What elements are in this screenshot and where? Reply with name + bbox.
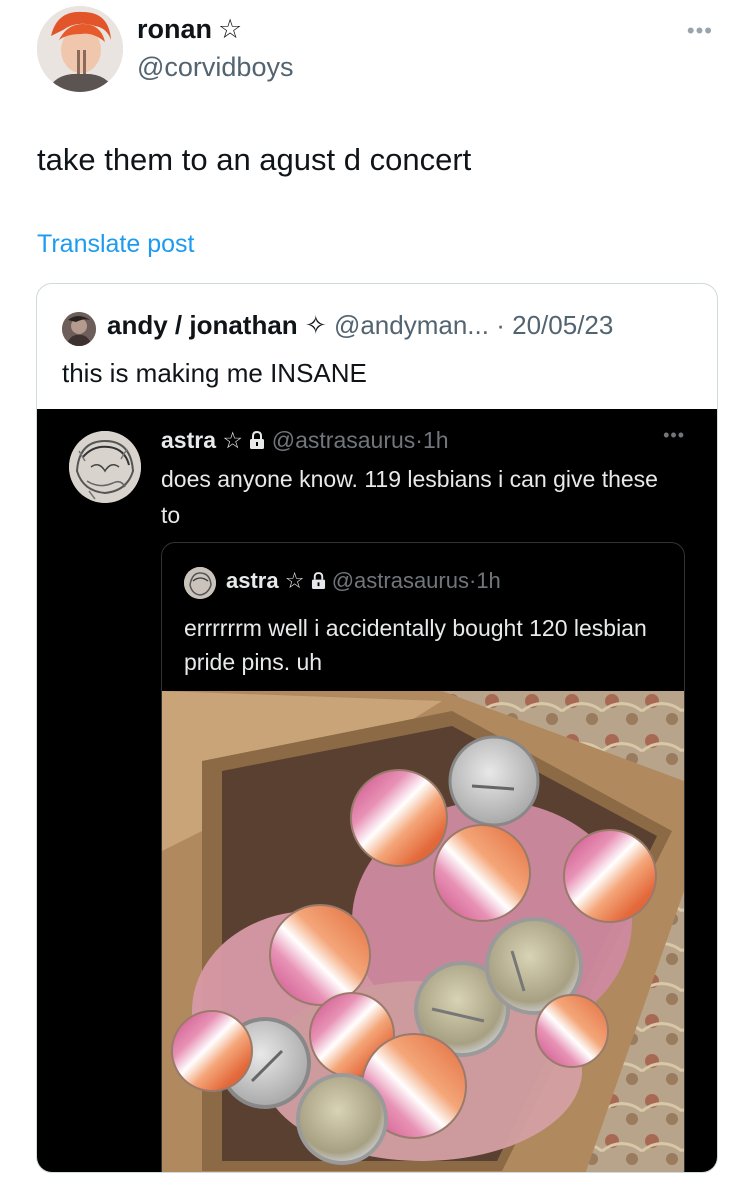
- author-name[interactable]: ronan ☆: [137, 14, 242, 45]
- star-badge-icon: ☆: [222, 427, 243, 453]
- author-handle[interactable]: @corvidboys: [137, 52, 293, 83]
- sparkle-badge-icon: ✧: [304, 310, 327, 340]
- inner-post-text: errrrrrm well i accidentally bought 120 …: [184, 615, 647, 675]
- star-badge-icon: ☆: [284, 568, 305, 593]
- inner-author-handle: @astrasaurus: [331, 568, 469, 593]
- screenshot-author-name: astra: [161, 427, 216, 453]
- box-of-pride-pins-photo: [162, 691, 684, 1172]
- inner-author-avatar: [184, 567, 216, 599]
- quoted-author-avatar: [62, 312, 96, 346]
- more-options-icon[interactable]: •••: [687, 18, 713, 44]
- post-text: take them to an agust d concert: [37, 142, 472, 177]
- separator-dot: ·: [496, 310, 505, 340]
- screenshot-image[interactable]: astra ☆ @astrasaurus·1h ••• does anyone …: [37, 409, 717, 1172]
- author-avatar[interactable]: [37, 6, 123, 92]
- inner-post-header: astra ☆ @astrasaurus·1h: [226, 568, 501, 596]
- more-options-icon: •••: [663, 425, 685, 445]
- quoted-author-handle[interactable]: @andyman...: [334, 310, 489, 340]
- quoted-post-text: this is making me INSANE: [62, 358, 367, 388]
- quoted-author-name[interactable]: andy / jonathan: [107, 310, 298, 340]
- inner-post-time: 1h: [476, 568, 501, 593]
- translate-post-link[interactable]: Translate post: [37, 230, 194, 259]
- screenshot-post-time: 1h: [422, 427, 449, 453]
- screenshot-author-handle: @astrasaurus: [271, 427, 416, 453]
- quoted-post-date: 20/05/23: [512, 310, 614, 340]
- screenshot-author-avatar: [69, 431, 141, 503]
- inner-quoted-post-card: astra ☆ @astrasaurus·1h errrrrrm well i …: [161, 542, 685, 1172]
- lock-icon: [249, 429, 265, 456]
- inner-author-name: astra: [226, 568, 279, 593]
- quoted-post-card[interactable]: andy / jonathan ✧ @andyman... · 20/05/23…: [36, 283, 718, 1173]
- star-badge-icon: ☆: [218, 14, 243, 44]
- separator-dot: ·: [415, 427, 423, 453]
- screenshot-post-header: astra ☆ @astrasaurus·1h: [161, 427, 449, 456]
- screenshot-post-text: does anyone know. 119 lesbians i can giv…: [161, 466, 658, 528]
- lock-icon: [311, 570, 326, 596]
- quoted-post-header: andy / jonathan ✧ @andyman... · 20/05/23: [107, 310, 613, 341]
